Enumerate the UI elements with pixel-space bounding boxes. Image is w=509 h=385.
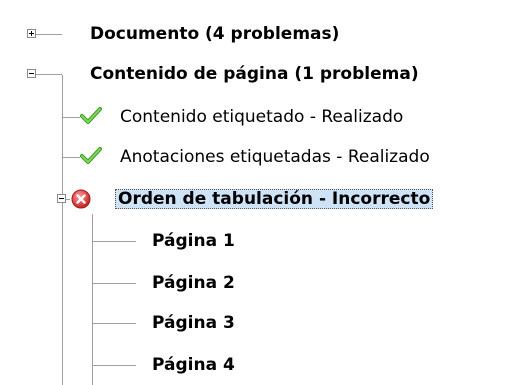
error-x-icon: [71, 189, 91, 209]
check-icon: [80, 107, 102, 124]
accessibility-checker-tree: Documento (4 problemas) Contenido de pág…: [0, 0, 509, 385]
plus-expander-icon[interactable]: [27, 29, 36, 38]
tree-item-pagina-1[interactable]: Página 1: [152, 231, 235, 251]
tree-item-pagina-2[interactable]: Página 2: [152, 273, 235, 293]
tree-connector: [92, 283, 136, 284]
tree-item-orden-tabulacion[interactable]: Orden de tabulación - Incorrecto: [115, 189, 434, 209]
tree-item-anotaciones-etiquetadas[interactable]: Anotaciones etiquetadas - Realizado: [120, 147, 430, 167]
minus-expander-icon[interactable]: [57, 194, 66, 203]
tree-connector: [36, 34, 62, 35]
tree-connector: [62, 75, 63, 385]
tree-connector: [92, 323, 136, 324]
tree-item-documento[interactable]: Documento (4 problemas): [90, 24, 339, 44]
tree-connector: [62, 117, 80, 118]
tree-connector: [62, 157, 80, 158]
tree-item-contenido-etiquetado[interactable]: Contenido etiquetado - Realizado: [120, 107, 403, 127]
tree-connector: [36, 74, 62, 75]
check-icon: [80, 147, 102, 164]
tree-item-pagina-4[interactable]: Página 4: [152, 355, 235, 375]
tree-item-pagina-3[interactable]: Página 3: [152, 313, 235, 333]
tree-connector: [92, 214, 93, 385]
tree-connector: [92, 365, 136, 366]
tree-connector: [92, 241, 136, 242]
minus-expander-icon[interactable]: [27, 69, 36, 78]
tree-item-contenido-pagina[interactable]: Contenido de página (1 problema): [90, 64, 419, 84]
